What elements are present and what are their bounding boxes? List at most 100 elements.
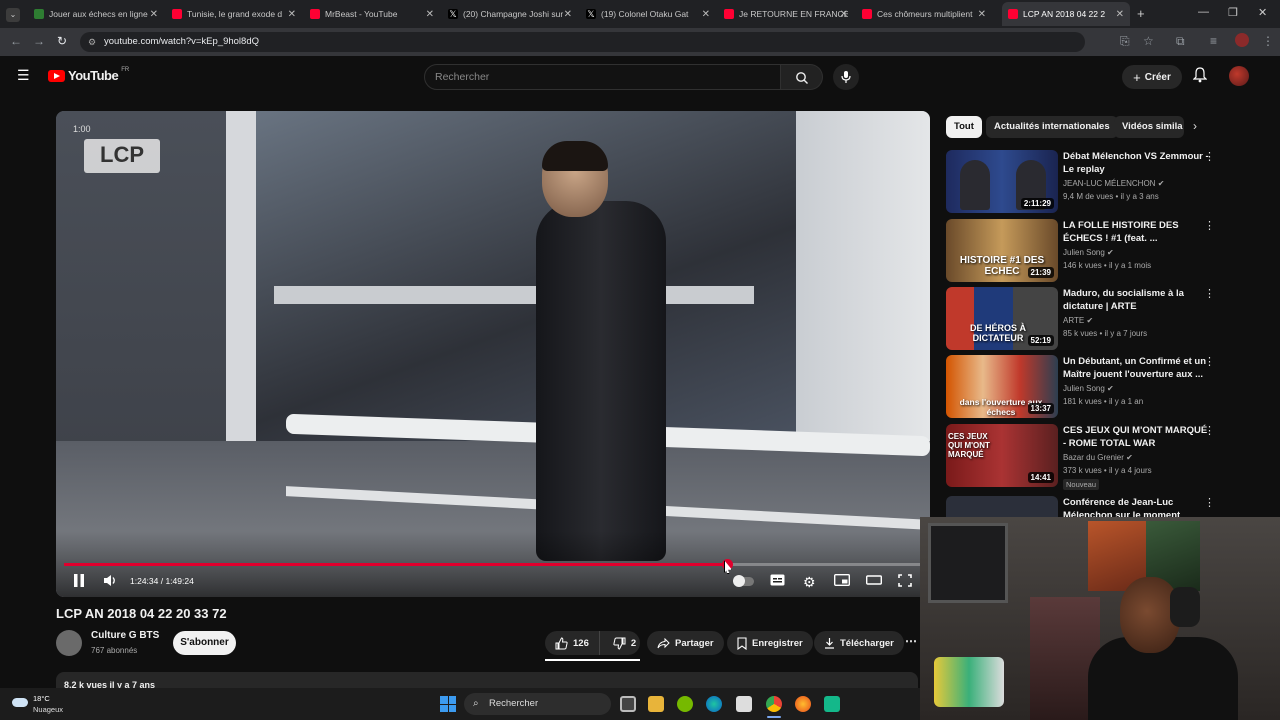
pause-button[interactable]	[73, 574, 85, 590]
miniplayer-button[interactable]	[833, 573, 851, 589]
browser-tab[interactable]: 𝕏 (20) Champagne Joshi sur ✕	[442, 2, 578, 26]
microsoft-store-icon[interactable]	[736, 696, 752, 712]
browser-tab[interactable]: Je RETOURNE EN FRANCE ✕	[718, 2, 854, 26]
channel-name[interactable]: Bazar du Grenier ✔	[1063, 453, 1133, 462]
voice-search-button[interactable]	[833, 64, 859, 90]
video-thumbnail[interactable]: HISTOIRE #1 DES ECHEC 21:39	[946, 219, 1058, 282]
chat-app-icon[interactable]	[824, 696, 840, 712]
more-options-icon[interactable]: ⋮	[1204, 424, 1215, 437]
bookmark-star-icon[interactable]: ☆	[1143, 34, 1154, 48]
close-tab-icon[interactable]: ✕	[426, 9, 434, 20]
edge-icon[interactable]	[706, 696, 722, 712]
browser-tab[interactable]: Jouer aux échecs en ligne ✕	[28, 2, 164, 26]
video-player[interactable]: LCP 1:00	[56, 111, 930, 597]
search-input[interactable]: Rechercher	[424, 64, 781, 90]
install-app-icon[interactable]: ⎘	[1120, 34, 1130, 49]
more-options-icon[interactable]: ⋮	[1204, 219, 1215, 232]
video-title[interactable]: CES JEUX QUI M'ONT MARQUÉ - ROME TOTAL W…	[1063, 424, 1213, 450]
site-info-icon[interactable]: ⚙	[88, 32, 96, 52]
account-avatar[interactable]	[1229, 66, 1249, 86]
more-actions-button[interactable]: ⋯	[905, 634, 917, 648]
chrome-icon[interactable]	[766, 696, 782, 712]
browser-tab-active[interactable]: LCP AN 2018 04 22 2 ✕	[1002, 2, 1130, 26]
subtitles-button[interactable]	[770, 574, 785, 589]
hamburger-menu-icon[interactable]: ☰	[17, 67, 30, 84]
url-field[interactable]: ⚙ youtube.com/watch?v=kEp_9hol8dQ	[80, 32, 1085, 52]
file-explorer-icon[interactable]	[648, 696, 664, 712]
recommended-video[interactable]: dans l'ouverture aux échecs 13:37 Un Déb…	[946, 355, 1226, 419]
fullscreen-button[interactable]	[898, 574, 912, 590]
share-button[interactable]: Partager	[647, 631, 724, 655]
more-options-icon[interactable]: ⋮	[1204, 355, 1215, 368]
channel-name[interactable]: Julien Song ✔	[1063, 248, 1114, 257]
browser-tab[interactable]: 𝕏 (19) Colonel Otaku Gat ✕	[580, 2, 716, 26]
close-tab-icon[interactable]: ✕	[840, 9, 848, 20]
back-icon[interactable]: ←	[10, 34, 22, 48]
channel-avatar[interactable]	[56, 630, 82, 656]
media-controls-icon[interactable]: ≡	[1210, 34, 1217, 48]
autoplay-toggle[interactable]	[733, 575, 754, 587]
notifications-bell-icon[interactable]	[1192, 67, 1208, 88]
more-options-icon[interactable]: ⋮	[1204, 496, 1215, 509]
chip-international-news[interactable]: Actualités internationales	[986, 116, 1118, 138]
close-tab-icon[interactable]: ✕	[702, 9, 710, 20]
close-tab-icon[interactable]: ✕	[978, 9, 986, 20]
channel-name[interactable]: ARTE ✔	[1063, 316, 1093, 325]
close-tab-icon[interactable]: ✕	[150, 9, 158, 20]
create-button[interactable]: + Créer	[1122, 65, 1182, 89]
dislike-button[interactable]: 2	[605, 631, 644, 655]
chips-next-chevron-icon[interactable]: ›	[1193, 119, 1197, 133]
channel-name[interactable]: JEAN-LUC MÉLENCHON ✔	[1063, 179, 1164, 188]
video-progress-bar[interactable]	[64, 559, 922, 570]
start-windows-icon[interactable]	[440, 696, 456, 712]
channel-name[interactable]: Culture G BTS	[91, 630, 159, 641]
x-logo-icon: 𝕏	[586, 9, 596, 19]
theater-mode-button[interactable]	[865, 574, 883, 589]
reload-icon[interactable]: ↻	[57, 34, 67, 48]
restore-window-icon[interactable]: ❐	[1228, 6, 1238, 19]
chip-all[interactable]: Tout	[946, 116, 982, 138]
recommended-video[interactable]: HISTOIRE #1 DES ECHEC 21:39 LA FOLLE HIS…	[946, 219, 1226, 283]
nvidia-icon[interactable]	[677, 696, 693, 712]
video-title[interactable]: Débat Mélenchon VS Zemmour - Le replay	[1063, 150, 1213, 176]
browser-menu-icon[interactable]: ⋮	[1262, 34, 1274, 48]
more-options-icon[interactable]: ⋮	[1204, 150, 1215, 163]
video-title[interactable]: Un Débutant, un Confirmé et un Maître jo…	[1063, 355, 1213, 381]
browser-tab[interactable]: Tunisie, le grand exode d ✕	[166, 2, 302, 26]
video-thumbnail[interactable]: dans l'ouverture aux échecs 13:37	[946, 355, 1058, 418]
close-tab-icon[interactable]: ✕	[564, 9, 572, 20]
video-thumbnail[interactable]: DE HÉROS À DICTATEUR 52:19	[946, 287, 1058, 350]
subscribe-button[interactable]: S'abonner	[173, 631, 236, 655]
minimize-window-icon[interactable]: —	[1198, 6, 1209, 18]
browser-tab[interactable]: Ces chômeurs multiplient ✕	[856, 2, 992, 26]
tab-list-icon[interactable]: ⌄	[6, 8, 20, 22]
forward-icon[interactable]: →	[33, 34, 45, 48]
channel-name[interactable]: Julien Song ✔	[1063, 384, 1114, 393]
close-tab-icon[interactable]: ✕	[1116, 9, 1124, 20]
recommended-video[interactable]: CES JEUX QUI M'ONT MARQUÉ 14:41 CES JEUX…	[946, 424, 1226, 490]
video-thumbnail[interactable]: 2:11:29	[946, 150, 1058, 213]
browser-tab[interactable]: MrBeast - YouTube ✕	[304, 2, 440, 26]
firefox-icon[interactable]	[795, 696, 811, 712]
new-tab-button[interactable]: +	[1137, 6, 1145, 21]
chip-similar-videos[interactable]: Vidéos simila	[1114, 116, 1184, 138]
recommended-video[interactable]: 2:11:29 Débat Mélenchon VS Zemmour - Le …	[946, 150, 1226, 214]
volume-button[interactable]	[103, 574, 117, 590]
task-view-icon[interactable]	[620, 696, 636, 712]
save-button[interactable]: Enregistrer	[727, 631, 813, 655]
close-window-icon[interactable]: ✕	[1258, 6, 1267, 19]
youtube-logo[interactable]: YouTube FR	[48, 67, 129, 83]
more-options-icon[interactable]: ⋮	[1204, 287, 1215, 300]
video-thumbnail[interactable]: CES JEUX QUI M'ONT MARQUÉ 14:41	[946, 424, 1058, 487]
video-title[interactable]: Maduro, du socialisme à la dictature | A…	[1063, 287, 1213, 313]
recommended-video[interactable]: DE HÉROS À DICTATEUR 52:19 Maduro, du so…	[946, 287, 1226, 351]
settings-button[interactable]: ⚙	[803, 574, 816, 591]
profile-avatar[interactable]	[1235, 33, 1249, 47]
download-button[interactable]: Télécharger	[814, 631, 904, 655]
taskbar-search[interactable]: ⌕ Rechercher	[464, 693, 611, 715]
video-title[interactable]: LA FOLLE HISTOIRE DES ÉCHECS ! #1 (feat.…	[1063, 219, 1213, 245]
search-button[interactable]	[781, 64, 823, 90]
like-button[interactable]: 126	[545, 631, 600, 655]
extensions-icon[interactable]: ⧉	[1176, 34, 1185, 49]
close-tab-icon[interactable]: ✕	[288, 9, 296, 20]
